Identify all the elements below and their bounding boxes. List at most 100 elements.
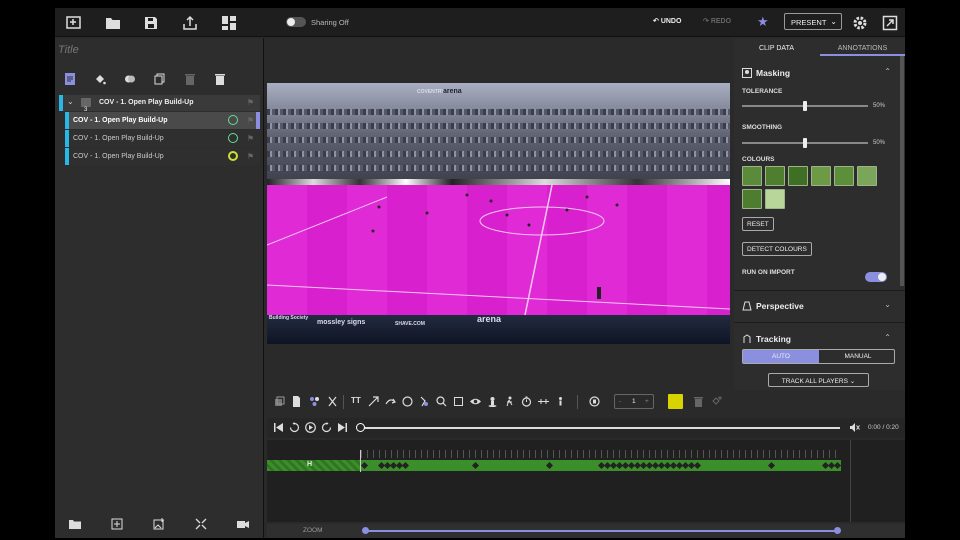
colour-swatch[interactable]	[765, 189, 785, 209]
expand-icon[interactable]	[195, 518, 207, 530]
polygon-tool-icon[interactable]	[453, 396, 464, 407]
fullscreen-icon[interactable]	[882, 15, 898, 31]
zoom-handle-end[interactable]	[834, 527, 841, 534]
stepper-minus[interactable]: -	[619, 398, 621, 405]
chevron-down-icon[interactable]: ⌄	[67, 97, 74, 106]
zoom-handle-start[interactable]	[362, 527, 369, 534]
scrub-handle[interactable]	[356, 423, 365, 432]
add-video-icon[interactable]	[237, 518, 249, 530]
reset-button[interactable]: RESET	[742, 217, 774, 231]
perspective-title[interactable]: Perspective	[756, 301, 804, 311]
skip-forward-icon[interactable]	[337, 422, 348, 433]
slider-handle[interactable]	[803, 101, 807, 111]
stopwatch-icon[interactable]	[521, 396, 532, 407]
colour-swatch[interactable]	[834, 166, 854, 186]
colour-swatch[interactable]	[765, 166, 785, 186]
track-all-players-dropdown[interactable]: TRACK ALL PLAYERS ⌄	[768, 373, 869, 387]
nodes-icon[interactable]	[309, 396, 320, 407]
clip-folder[interactable]: ⌄ 3 COV - 1. Open Play Build-Up ⚑	[59, 95, 260, 113]
scissors-icon[interactable]	[327, 396, 338, 407]
flag-icon[interactable]: ⚑	[247, 152, 254, 161]
add-image-icon[interactable]	[153, 518, 165, 530]
colour-swatch[interactable]	[788, 166, 808, 186]
run-on-import-toggle[interactable]	[865, 272, 887, 282]
timeline[interactable]: H	[267, 440, 905, 522]
slider-handle[interactable]	[803, 138, 807, 148]
spotlight-icon[interactable]	[419, 396, 430, 407]
colour-swatch[interactable]	[742, 189, 762, 209]
play-icon[interactable]	[305, 422, 316, 433]
pitch-lines	[267, 185, 730, 315]
divider	[734, 322, 905, 323]
folder-icon[interactable]	[69, 518, 81, 530]
trash-icon[interactable]	[214, 73, 226, 85]
star-icon[interactable]: ★	[757, 14, 769, 30]
save-icon[interactable]	[143, 15, 159, 31]
curved-arrow-icon[interactable]	[385, 396, 396, 407]
mute-icon[interactable]	[849, 422, 860, 433]
undo-button[interactable]: ↶ UNDO	[653, 17, 681, 25]
chevron-up-icon[interactable]: ⌃	[884, 333, 891, 342]
line-width-stepper[interactable]: - 1 +	[614, 394, 654, 409]
notes-icon[interactable]	[64, 73, 76, 85]
timeline-playhead[interactable]	[360, 450, 361, 472]
present-dropdown[interactable]: PRESENT ⌄	[784, 13, 842, 30]
tracking-title[interactable]: Tracking	[756, 334, 791, 344]
ad-building-society: Building Society	[269, 315, 309, 321]
smoothing-slider[interactable]	[742, 138, 868, 148]
clip-item[interactable]: COV - 1. Open Play Build-Up ⚑	[65, 112, 260, 129]
tab-clip-data[interactable]: CLIP DATA	[734, 40, 819, 56]
chevron-down-icon[interactable]: ⌄	[884, 300, 891, 309]
undo-icon: ↶	[653, 18, 661, 25]
auto-option[interactable]: AUTO	[743, 350, 819, 363]
paint-bucket-icon[interactable]	[94, 73, 106, 85]
layout-icon[interactable]	[221, 15, 237, 31]
gear-icon[interactable]	[852, 15, 868, 31]
new-project-icon[interactable]	[66, 15, 82, 31]
circle-tool-icon[interactable]	[402, 396, 413, 407]
document-icon[interactable]	[291, 396, 302, 407]
share-icon[interactable]	[182, 15, 198, 31]
player-spotlight-icon[interactable]	[555, 396, 566, 407]
layers-icon[interactable]	[274, 396, 285, 407]
colour-swatch[interactable]	[857, 166, 877, 186]
magnifier-icon[interactable]	[436, 396, 447, 407]
folder-icon[interactable]	[105, 15, 121, 31]
text-tool-icon[interactable]: TT	[351, 396, 362, 407]
flag-icon[interactable]: ⚑	[247, 116, 254, 125]
crowd-row	[267, 151, 730, 157]
add-clip-icon[interactable]	[111, 518, 123, 530]
scrub-bar[interactable]	[362, 427, 840, 429]
tab-annotations[interactable]: ANNOTATIONS	[820, 40, 905, 56]
record-icon[interactable]	[589, 396, 600, 407]
forward-5-icon[interactable]	[321, 422, 332, 433]
manual-option[interactable]: MANUAL	[820, 350, 896, 363]
stepper-plus[interactable]: +	[645, 398, 649, 405]
merge-icon[interactable]	[124, 73, 136, 85]
distance-icon[interactable]	[538, 396, 549, 407]
project-title[interactable]: Title	[58, 44, 79, 56]
sharing-toggle[interactable]	[286, 17, 306, 27]
masking-title[interactable]: Masking	[756, 68, 790, 78]
video-frame[interactable]: COVENTRY arena Building Society mossley …	[267, 83, 730, 344]
redo-button[interactable]: ↷ REDO	[703, 17, 731, 25]
colour-swatch[interactable]	[742, 166, 762, 186]
chevron-up-icon[interactable]: ⌃	[884, 67, 891, 76]
colour-swatch[interactable]	[811, 166, 831, 186]
skip-back-icon[interactable]	[273, 422, 284, 433]
zoom-slider[interactable]	[365, 530, 839, 532]
rewind-5-icon[interactable]	[289, 422, 300, 433]
run-player-icon[interactable]	[504, 396, 515, 407]
copy-icon[interactable]	[154, 73, 166, 85]
flag-icon[interactable]: ⚑	[247, 134, 254, 143]
detect-colours-button[interactable]: DETECT COLOURS	[742, 242, 812, 256]
player-marker-icon[interactable]	[487, 396, 498, 407]
eye-icon[interactable]	[470, 396, 481, 407]
arrow-tool-icon[interactable]	[368, 396, 379, 407]
flag-icon[interactable]: ⚑	[247, 98, 254, 107]
panel-scrollbar[interactable]	[900, 56, 904, 286]
clip-item[interactable]: COV - 1. Open Play Build-Up ⚑	[65, 148, 260, 165]
colour-picker[interactable]	[668, 394, 683, 409]
tolerance-slider[interactable]	[742, 101, 868, 111]
clip-item[interactable]: COV - 1. Open Play Build-Up ⚑	[65, 130, 260, 147]
